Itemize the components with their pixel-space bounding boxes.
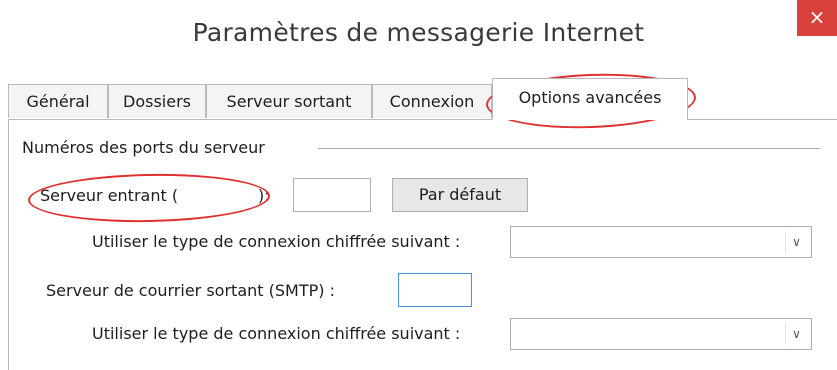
tab-strip: Général Dossiers Serveur sortant Connexi… [8,78,837,120]
default-button[interactable]: Par défaut [392,178,528,212]
title-bar: Paramètres de messagerie Internet × [0,0,837,84]
tab-options-avancees[interactable]: Options avancées [492,78,688,120]
group-divider [318,148,820,149]
tab-serveur-sortant[interactable]: Serveur sortant [206,84,372,118]
chevron-down-icon: ∨ [785,323,807,345]
outgoing-encryption-label: Utiliser le type de connexion chiffrée s… [92,324,461,343]
incoming-server-label: Serveur entrant ( [40,186,179,205]
close-button[interactable]: × [797,0,837,36]
outgoing-port-input[interactable] [398,273,472,307]
group-label-server-ports: Numéros des ports du serveur [22,138,265,157]
tab-dossiers[interactable]: Dossiers [108,84,206,118]
window-title: Paramètres de messagerie Internet [192,18,645,47]
incoming-encryption-label: Utiliser le type de connexion chiffrée s… [92,232,461,251]
outgoing-encryption-select[interactable]: ∨ [510,318,812,350]
close-icon: × [808,5,826,29]
incoming-encryption-select[interactable]: ∨ [510,226,812,258]
tab-general[interactable]: Général [8,84,108,118]
outgoing-server-label: Serveur de courrier sortant (SMTP) : [46,281,335,300]
incoming-port-input[interactable] [293,178,371,212]
tab-connexion[interactable]: Connexion [372,84,492,118]
incoming-server-label-end: ): [258,186,270,205]
chevron-down-icon: ∨ [785,231,807,253]
